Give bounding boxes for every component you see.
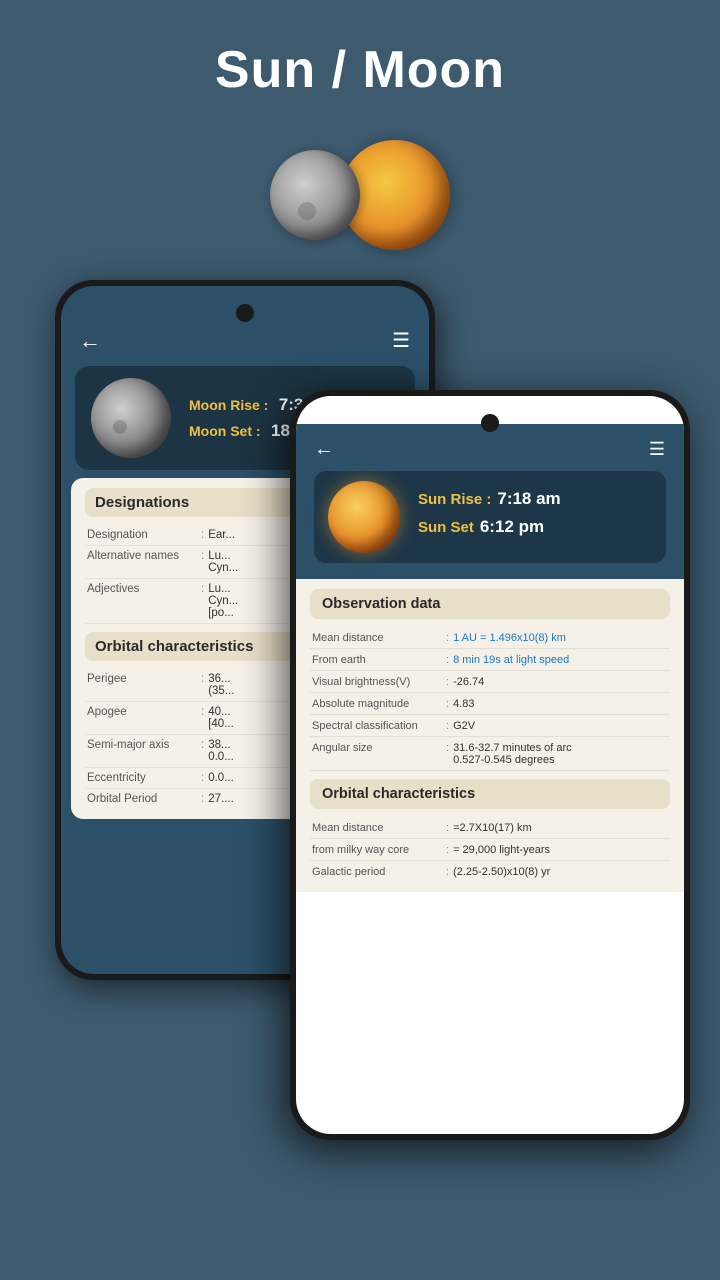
table-row: from milky way core : = 29,000 light-yea…: [310, 839, 670, 861]
orb-mean-dist-label: Mean distance: [312, 822, 442, 834]
moon-set-label: Moon Set :: [189, 423, 261, 439]
orbital-period-label: Orbital Period: [87, 793, 197, 805]
front-menu-icon[interactable]: ☰: [649, 439, 666, 460]
semi-major-label: Semi-major axis: [87, 739, 197, 763]
table-row: Angular size : 31.6-32.7 minutes of arc0…: [310, 737, 670, 771]
milky-way-value: = 29,000 light-years: [453, 844, 668, 856]
sun-planet-image: [328, 481, 400, 553]
sun-set-label: Sun Set: [418, 519, 474, 536]
sun-rise-row: Sun Rise : 7:18 am: [418, 489, 561, 513]
menu-icon-back[interactable]: ☰: [392, 328, 411, 354]
galactic-period-label: Galactic period: [312, 866, 442, 878]
table-row: Mean distance : =2.7X10(17) km: [310, 817, 670, 839]
angular-size-value: 31.6-32.7 minutes of arc0.527-0.545 degr…: [453, 742, 668, 766]
table-row: Galactic period : (2.25-2.50)x10(8) yr: [310, 861, 670, 882]
sun-set-value: 6:12 pm: [480, 517, 544, 537]
moon-rise-label: Moon Rise :: [189, 397, 268, 413]
moon-icons-row: [0, 140, 720, 250]
mean-dist-label: Mean distance: [312, 632, 442, 644]
front-content: Observation data Mean distance : 1 AU = …: [296, 579, 684, 892]
apogee-label: Apogee: [87, 706, 197, 730]
back-notch: [236, 304, 254, 322]
front-top-section: ← ☰ Sun Rise : 7:18 am Sun Set 6:12 pm: [296, 424, 684, 579]
observation-title: Observation data: [322, 596, 658, 612]
spectral-label: Spectral classification: [312, 720, 442, 732]
table-row: From earth : 8 min 19s at light speed: [310, 649, 670, 671]
sun-set-row: Sun Set 6:12 pm: [418, 517, 561, 541]
phones-container: ← ☰ Moon Rise : 7:39:48 Moon Set : 18:50…: [0, 280, 720, 1150]
perigee-label: Perigee: [87, 673, 197, 697]
front-notch: [481, 414, 499, 432]
visual-brightness-value: -26.74: [453, 676, 668, 688]
front-back-arrow-icon[interactable]: ←: [314, 438, 334, 461]
abs-magnitude-label: Absolute magnitude: [312, 698, 442, 710]
phone-front: ← ☰ Sun Rise : 7:18 am Sun Set 6:12 pm: [290, 390, 690, 1140]
front-nav: ← ☰: [314, 438, 666, 461]
from-earth-label: From earth: [312, 654, 442, 666]
visual-brightness-label: Visual brightness(V): [312, 676, 442, 688]
eccentricity-label: Eccentricity: [87, 772, 197, 784]
angular-size-label: Angular size: [312, 742, 442, 766]
orb-mean-dist-value: =2.7X10(17) km: [453, 822, 668, 834]
table-row: Absolute magnitude : 4.83: [310, 693, 670, 715]
alt-names-label: Alternative names: [87, 550, 197, 574]
spectral-value: G2V: [453, 720, 668, 732]
sun-info-card: Sun Rise : 7:18 am Sun Set 6:12 pm: [314, 471, 666, 563]
observation-section: Observation data: [310, 589, 670, 619]
table-row: Spectral classification : G2V: [310, 715, 670, 737]
table-row: Mean distance : 1 AU = 1.496x10(8) km: [310, 627, 670, 649]
galactic-period-value: (2.25-2.50)x10(8) yr: [453, 866, 668, 878]
back-arrow-icon[interactable]: ←: [79, 328, 101, 354]
page-header: Sun / Moon: [0, 0, 720, 120]
adjectives-label: Adjectives: [87, 583, 197, 619]
moon-planet-image: [91, 378, 171, 458]
front-orbital-section: Orbital characteristics: [310, 779, 670, 809]
front-orbital-title: Orbital characteristics: [322, 786, 658, 802]
sun-times: Sun Rise : 7:18 am Sun Set 6:12 pm: [418, 489, 561, 545]
mean-dist-value: 1 AU = 1.496x10(8) km: [453, 632, 668, 644]
sun-rise-label: Sun Rise :: [418, 491, 491, 508]
from-earth-value: 8 min 19s at light speed: [453, 654, 668, 666]
gray-moon-icon: [270, 150, 360, 240]
phone-front-screen: ← ☰ Sun Rise : 7:18 am Sun Set 6:12 pm: [296, 396, 684, 1134]
table-row: Visual brightness(V) : -26.74: [310, 671, 670, 693]
abs-magnitude-value: 4.83: [453, 698, 668, 710]
sun-rise-value: 7:18 am: [497, 489, 560, 509]
page-title: Sun / Moon: [0, 40, 720, 100]
designation-label: Designation: [87, 529, 197, 541]
milky-way-label: from milky way core: [312, 844, 442, 856]
